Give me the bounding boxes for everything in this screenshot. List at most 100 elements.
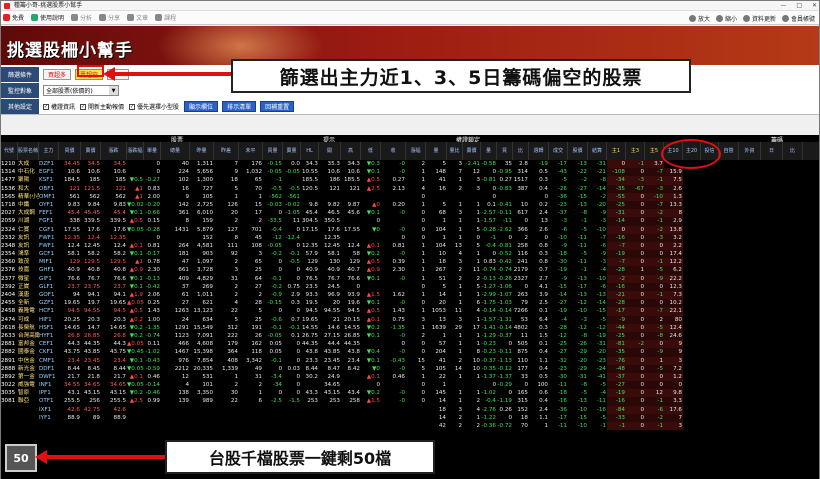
target-dropdown[interactable]: 全部股票(依價的) ▼ xyxy=(43,85,119,96)
toolbar-chart-button[interactable]: 分析 xyxy=(71,13,92,22)
column-header[interactable]: 買量 xyxy=(263,142,283,160)
warrant-info-checkbox[interactable]: ✓ 權證資訊 xyxy=(43,102,75,111)
toolbar-refresh-button[interactable]: 資料更新 xyxy=(742,14,776,23)
column-header[interactable]: 量 xyxy=(426,142,447,160)
column-header[interactable]: 量比 xyxy=(447,142,463,160)
table-row[interactable]: 42 2 2 -0.36 -0.72 70 1 -11 -10 -1 -1 0 -1 3 xyxy=(1,422,819,431)
toolbar-book-button[interactable]: 使用說明 xyxy=(31,13,64,22)
table-row[interactable]: 2455 全新 GZF1 19.65 19.7 19.65 ▲0.05 0.25 27 621 4 2… xyxy=(1,299,819,308)
table-row[interactable]: 1477 聚陽 KSF1 184.5 185 185 ▼0.5 -0.27 102 1,300 18… xyxy=(1,176,819,185)
table-row[interactable]: 2376 技嘉 GHF1 40.9 40.8 40.8 ▲0.9 2.30 661 3,728 3 2… xyxy=(1,266,819,275)
table-row[interactable]: 2027 大成鋼 FEF1 45.4 45.45 45.4 ▼0.1 -0.66 361 6,01… xyxy=(1,209,819,218)
column-header[interactable]: 成交 xyxy=(549,142,568,160)
column-header[interactable]: 昨差 xyxy=(214,142,239,160)
table-row[interactable]: IYF1 88.9 89 88.9 14 2 1 -1.22 0 18 1.1 -17 -15 -5 -33… xyxy=(1,413,819,423)
result-count-button[interactable]: 50 xyxy=(5,444,37,472)
reset-button[interactable]: 回補重置 xyxy=(260,101,295,112)
table-row[interactable]: IXF1 42.6 42.75 42.6 18 3 4 -2.76 0.26 152 2.4 -36-… xyxy=(1,405,819,414)
table-cell: 23.5 xyxy=(305,283,318,290)
column-header[interactable]: 開 xyxy=(319,142,341,160)
column-header[interactable]: 漲跌 xyxy=(101,142,127,160)
column-header[interactable]: 賣價 xyxy=(463,142,481,160)
column-header[interactable]: 收 xyxy=(381,142,406,160)
table-row[interactable]: 3022 威強電 INF1 34.55 34.65 34.65 ▼0.05 -0.14 4 101… xyxy=(1,381,819,390)
table-row[interactable]: 2458 義隆電 HCF1 94.5 94.55 94.5 ▲0.5 1.43 1263 13,1… xyxy=(1,307,819,316)
small-cap-checkbox[interactable]: ✓ 優先選擇小型股 xyxy=(129,102,179,111)
table-row[interactable]: 2888 新光金 DDF1 8.44 8.45 8.44 ▼0.05 -0.59 2212 20,… xyxy=(1,364,819,373)
table-cell: 0.1 xyxy=(487,201,496,208)
column-header[interactable]: HL xyxy=(301,142,319,160)
active-quote-checkbox[interactable]: ✓ 開新主動報價 xyxy=(80,102,124,111)
table-row[interactable]: 2404 漢唐 GOF1 94 94.1 94.1 ▲1.9 2.06 61 1,011 2 2 -0.… xyxy=(1,291,819,300)
chevron-down-icon[interactable]: ▼ xyxy=(109,86,118,95)
table-row[interactable]: 2882 國泰金 CKF1 43.75 43.85 43.75 ▼0.45 -1.02 1467… xyxy=(1,348,819,357)
table-cell: -43 xyxy=(557,169,567,176)
checkbox-box[interactable]: ✓ xyxy=(129,103,136,110)
toolbar-doc-button[interactable]: 文章 xyxy=(127,13,148,22)
toolbar-share-button[interactable]: 分享 xyxy=(99,13,120,22)
table-row[interactable]: 1565精華(小型)OMF1561562562▲12.00910511-562-… xyxy=(1,192,819,201)
close-button[interactable]: ✕ xyxy=(812,2,817,9)
table-row[interactable]: 2360 致茂 MIF1 129 129.5 129.5 ▲1 0.78 47 1,097 2 65 0… xyxy=(1,258,819,267)
table-row[interactable]: 2881 富邦金 CEF1 44.3 44.35 44.3 ▲0.05 0.11 466 4,60… xyxy=(1,340,819,349)
column-header[interactable]: 未平 xyxy=(239,142,263,160)
minimize-button[interactable]: — xyxy=(780,2,786,9)
show-columns-button[interactable]: 顯示欄位 xyxy=(184,101,219,112)
table-row[interactable]: 2892 第一金 DWF1 21.7 21.8 21.7 ▲0.1 0.46 12 531 1 31-… xyxy=(1,372,819,382)
toolbar-class-button[interactable]: 課程 xyxy=(155,13,176,22)
toolbar-logo-button[interactable]: 免費 xyxy=(3,13,24,22)
column-header[interactable]: 股價 xyxy=(568,142,588,160)
column-header[interactable]: 高 xyxy=(341,142,361,160)
table-cell: -0.5 xyxy=(289,259,300,266)
toolbar-zoom-out-button[interactable]: 縮小 xyxy=(715,14,737,23)
column-header[interactable]: 買價 xyxy=(59,142,81,160)
table-cell: -3 xyxy=(581,316,587,323)
table-row[interactable]: 2474 可成 HIF1 20.25 20.3 20.3 ▲0.2 1.00 24 634 5 25-… xyxy=(1,315,819,324)
column-header[interactable]: 漲跌幅 xyxy=(127,142,144,160)
column-header[interactable]: 主1 xyxy=(607,142,626,160)
table-row[interactable]: 2324 仁寶 CGF1 17.55 17.6 17.6 ▼0.05 -0.28 1431 5,8… xyxy=(1,225,819,234)
table-row[interactable]: 2377 微星 GIF1 76.6 76.7 76.6 ▼0.1 -0.13 409 4,829 3… xyxy=(1,274,819,283)
checkbox-box[interactable]: ✓ xyxy=(43,103,49,110)
table-cell: 44.35 xyxy=(343,341,360,348)
column-header[interactable]: 比 xyxy=(783,142,803,160)
checkbox-box[interactable]: ✓ xyxy=(80,103,87,110)
column-header[interactable]: 昨量 xyxy=(190,142,214,160)
table-row[interactable]: 2059 川湖 FGF1 338 339.5 339.5 ▲0.5 0.15 8 159 2 2 -33… xyxy=(1,217,819,226)
table-row[interactable]: 3035 智原 IPF1 43.1 43.15 43.15 ▼0.2 -0.46 138 3,35… xyxy=(1,389,819,398)
column-header[interactable]: 日 xyxy=(761,142,783,160)
table-row[interactable]: 3081 聯亞 OTF1 255.5 256 255.5 ▲2.5 0.99 139 989 22 6… xyxy=(1,397,819,406)
column-header[interactable]: 比 xyxy=(513,142,529,160)
maximize-button[interactable]: □ xyxy=(796,2,802,9)
column-header[interactable]: 主3 xyxy=(626,142,645,160)
table-row[interactable]: 1718 中纖 OYF1 9.83 9.84 9.83 ▼0.02 -0.20 142 2,725… xyxy=(1,200,819,210)
table-row[interactable]: 2392 正崴 GLF1 23.7 23.75 23.7 ▼0.1 -0.42 37 269 2 27… xyxy=(1,282,819,292)
table-row[interactable]: 1536 和大 OBF1 121 121.5 121 ▲1 0.83 16 727 5 70 -0.5-… xyxy=(1,184,819,193)
table-row[interactable]: 2348 友訊 FWF1 12.4 12.45 12.4 ▲0.1 0.81 264 4,581 1… xyxy=(1,241,819,251)
column-header[interactable]: 週轉 xyxy=(529,142,549,160)
column-header[interactable]: 賣價 xyxy=(81,142,101,160)
column-header[interactable]: 主力 xyxy=(39,142,59,160)
column-header[interactable]: 股票名稱 xyxy=(18,142,39,160)
table-row[interactable]: 2618 長榮航 HSF1 14.65 14.7 14.65 ▼0.2 -1.35 1291 15… xyxy=(1,323,819,332)
sort-list-button[interactable]: 排示清單 xyxy=(222,101,257,112)
table-row[interactable]: 2332 友訊 FWF1 12.35 12.4 12.35 0 152 8 45 -12 -12.4 1… xyxy=(1,233,819,242)
column-header[interactable]: 總量 xyxy=(161,142,190,160)
column-header[interactable]: 漲幅 xyxy=(406,142,426,160)
column-header[interactable]: 自營 xyxy=(719,142,739,160)
table-row[interactable]: 2633 台灣高鐵 HYF1 26.8 26.85 26.8 ▼0.2 -0.74 1123 7,… xyxy=(1,331,819,341)
toolbar-zoom-in-button[interactable]: 放大 xyxy=(688,14,710,23)
column-header[interactable]: 買 xyxy=(497,142,513,160)
column-header[interactable]: 低 xyxy=(361,142,381,160)
table-row[interactable]: 1314 中石化 EGF1 10.6 10.6 10.6 0 224 5,656 9 1,032 -0… xyxy=(1,168,819,177)
table-row[interactable]: 2354 鴻準 GCF1 58.1 58.2 58.2 ▼0.1 -0.17 181 903 92 3… xyxy=(1,250,819,259)
column-header[interactable]: 量 xyxy=(481,142,497,160)
column-header[interactable]: 代號 xyxy=(1,142,18,160)
column-header[interactable]: 單量 xyxy=(144,142,161,160)
table-row[interactable]: 2891 中信金 CMF1 23.4 23.45 23.4 ▼0.1 -0.43 976 7,85… xyxy=(1,356,819,365)
column-header[interactable]: 結算 xyxy=(588,142,607,160)
toolbar-user-button[interactable]: 會員帳號 xyxy=(781,14,815,23)
buy-filter-button[interactable]: 買超多 xyxy=(43,69,72,80)
column-header[interactable]: 外資 xyxy=(739,142,761,160)
column-header[interactable]: 賣量 xyxy=(283,142,301,160)
